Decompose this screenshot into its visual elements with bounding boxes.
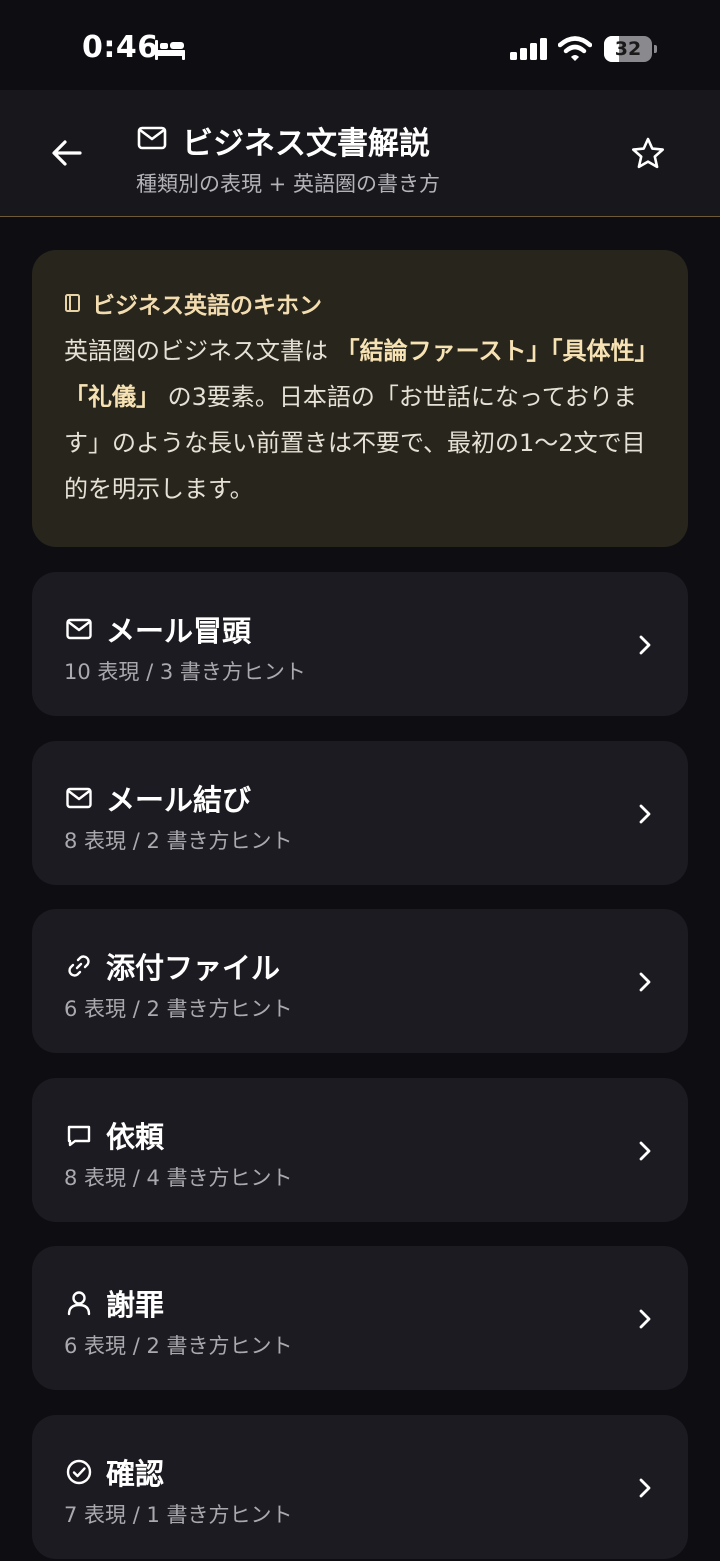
category-card-mail-closing[interactable]: メール結び 8 表現 / 2 書き方ヒント bbox=[32, 741, 688, 885]
category-title: 添付ファイル bbox=[106, 951, 281, 985]
info-card-title: ビジネス英語のキホン bbox=[92, 293, 322, 319]
favorite-star-icon[interactable] bbox=[630, 136, 666, 172]
info-card: ビジネス英語のキホン 英語圏のビジネス文書は 「結論ファースト」「具体性」「礼儀… bbox=[32, 250, 688, 547]
book-icon bbox=[65, 294, 80, 312]
status-time: 0:46 bbox=[82, 30, 159, 65]
info-body-intro: 英語圏のビジネス文書は bbox=[64, 337, 336, 365]
category-card-apology[interactable]: 謝罪 6 表現 / 2 書き方ヒント bbox=[32, 1246, 688, 1390]
wifi-icon bbox=[558, 36, 592, 61]
chat-bubble-icon bbox=[67, 1125, 91, 1147]
status-bar: 0:46 32 bbox=[0, 0, 720, 90]
check-circle-icon bbox=[66, 1459, 92, 1485]
chevron-right-icon bbox=[639, 635, 651, 655]
category-meta: 6 表現 / 2 書き方ヒント bbox=[64, 997, 293, 1021]
battery-level: 32 bbox=[614, 38, 642, 60]
info-card-body: 英語圏のビジネス文書は 「結論ファースト」「具体性」「礼儀」 の3要素。日本語の… bbox=[64, 328, 656, 512]
category-card-mail-opening[interactable]: メール冒頭 10 表現 / 3 書き方ヒント bbox=[32, 572, 688, 716]
category-title: 確認 bbox=[106, 1457, 165, 1491]
category-title: 謝罪 bbox=[106, 1288, 165, 1322]
battery-indicator: 32 bbox=[604, 36, 657, 62]
chevron-right-icon bbox=[639, 804, 651, 824]
category-meta: 7 表現 / 1 書き方ヒント bbox=[64, 1503, 293, 1527]
chevron-right-icon bbox=[639, 1309, 651, 1329]
category-title: 依頼 bbox=[106, 1120, 165, 1154]
back-arrow-icon[interactable] bbox=[50, 136, 84, 170]
chevron-right-icon bbox=[639, 1478, 651, 1498]
category-card-request[interactable]: 依頼 8 表現 / 4 書き方ヒント bbox=[32, 1078, 688, 1222]
category-meta: 10 表現 / 3 書き方ヒント bbox=[64, 660, 306, 684]
category-card-confirmation[interactable]: 確認 7 表現 / 1 書き方ヒント bbox=[32, 1415, 688, 1559]
page-title: ビジネス文書解説 bbox=[182, 126, 430, 162]
chevron-right-icon bbox=[639, 972, 651, 992]
chevron-right-icon bbox=[639, 1141, 651, 1161]
category-meta: 8 表現 / 4 書き方ヒント bbox=[64, 1166, 293, 1190]
mail-icon bbox=[66, 787, 92, 809]
cellular-signal-icon bbox=[510, 38, 547, 60]
category-title: メール冒頭 bbox=[106, 614, 252, 648]
mail-icon bbox=[66, 618, 92, 640]
category-meta: 6 表現 / 2 書き方ヒント bbox=[64, 1334, 293, 1358]
app-header: ビジネス文書解説 種類別の表現 + 英語圏の書き方 bbox=[0, 90, 720, 217]
category-card-attachments[interactable]: 添付ファイル 6 表現 / 2 書き方ヒント bbox=[32, 909, 688, 1053]
category-meta: 8 表現 / 2 書き方ヒント bbox=[64, 829, 293, 853]
category-title: メール結び bbox=[106, 783, 252, 817]
page-subtitle: 種類別の表現 + 英語圏の書き方 bbox=[136, 172, 440, 196]
link-icon bbox=[68, 955, 90, 977]
person-icon bbox=[67, 1291, 91, 1316]
bed-icon bbox=[155, 40, 185, 60]
mail-icon bbox=[137, 126, 167, 150]
